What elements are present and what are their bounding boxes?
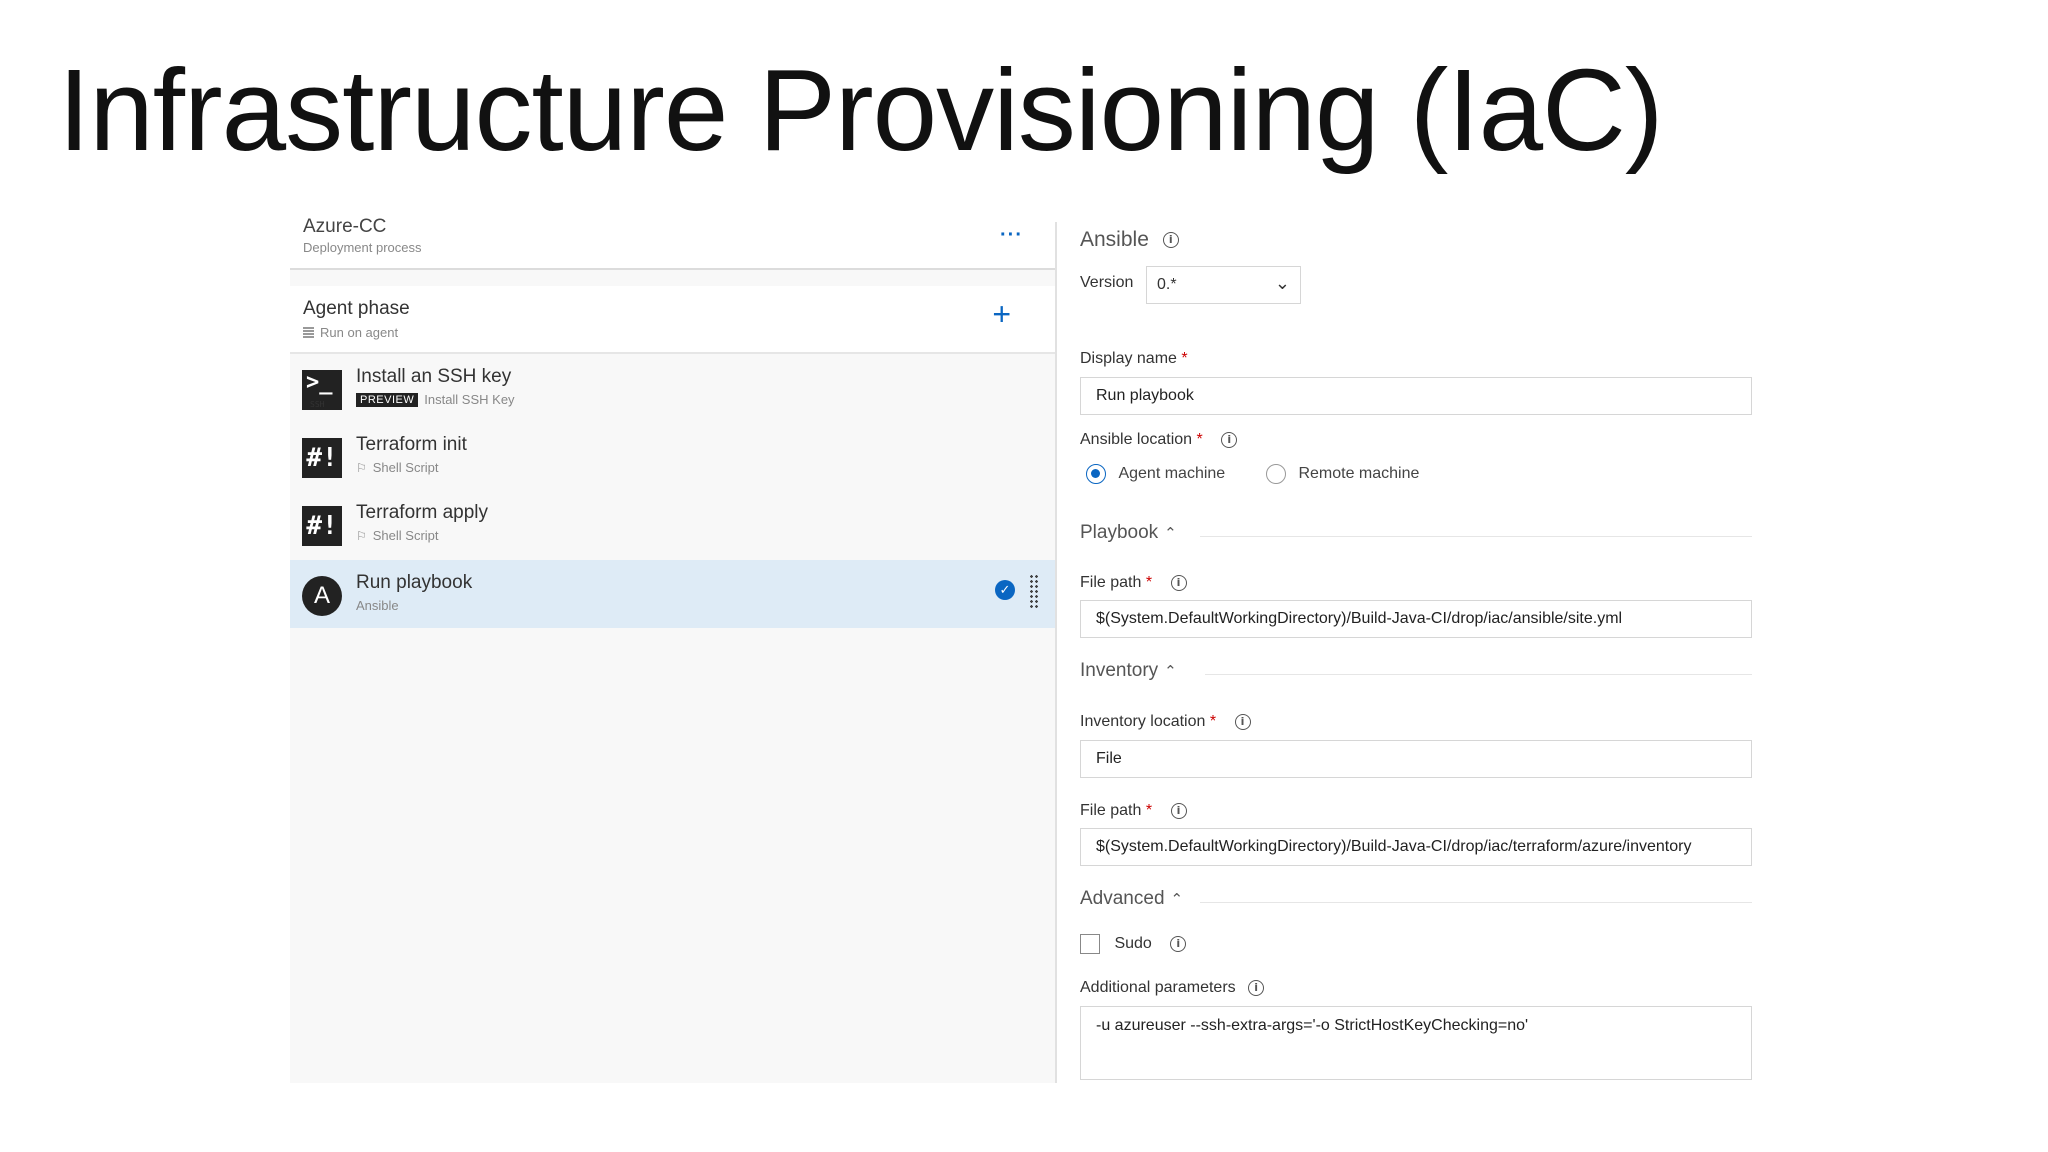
- flag-icon: ⚐: [356, 460, 367, 475]
- version-value: 0.*: [1157, 276, 1177, 293]
- add-task-icon[interactable]: +: [992, 298, 1011, 330]
- task-subtitle: Ansible: [356, 598, 399, 613]
- info-icon[interactable]: i: [1248, 979, 1265, 996]
- shell-script-icon: #!: [302, 438, 342, 478]
- playbook-section-toggle[interactable]: Playbook ⌃: [1080, 522, 1177, 544]
- task-item-terraform-apply[interactable]: #! Terraform apply ⚐ Shell Script: [290, 490, 1055, 558]
- preview-badge: PREVIEW: [356, 392, 419, 407]
- radio-remote-machine[interactable]: Remote machine: [1266, 464, 1419, 484]
- ansible-location-label: Ansible location * i: [1080, 431, 1238, 449]
- info-icon[interactable]: i: [1170, 936, 1187, 952]
- task-title: Run playbook: [356, 572, 473, 593]
- drag-handle-icon[interactable]: [1029, 574, 1039, 610]
- phase-subtitle-text: Run on agent: [320, 325, 399, 340]
- task-subtitle-text: Ansible: [356, 598, 399, 613]
- agent-icon: [303, 327, 314, 338]
- task-subtitle-text: Shell Script: [372, 528, 439, 543]
- advanced-section-toggle[interactable]: Advanced ⌃: [1080, 888, 1183, 910]
- deployment-process-header[interactable]: Azure-CC Deployment process ···: [290, 216, 1055, 270]
- inventory-section-toggle[interactable]: Inventory ⌃: [1080, 660, 1177, 682]
- inventory-location-label: Inventory location * i: [1080, 713, 1251, 731]
- phase-title: Agent phase: [303, 298, 410, 319]
- additional-parameters-label: Additional parameters i: [1080, 979, 1265, 997]
- task-name: Ansible: [1080, 228, 1149, 251]
- info-icon[interactable]: i: [1162, 232, 1179, 249]
- info-icon[interactable]: i: [1221, 431, 1238, 448]
- radio-agent-machine[interactable]: Agent machine: [1086, 464, 1225, 484]
- chevron-down-icon: ⌄: [1274, 273, 1290, 293]
- section-divider: [1205, 674, 1752, 675]
- phase-subtitle: Run on agent: [303, 325, 398, 340]
- radio-button[interactable]: [1266, 464, 1286, 484]
- playbook-file-path-input[interactable]: $(System.DefaultWorkingDirectory)/Build-…: [1080, 600, 1752, 638]
- task-subtitle: ⚐ Shell Script: [356, 460, 439, 475]
- display-name-label: Display name *: [1080, 350, 1188, 367]
- chevron-up-icon: ⌃: [1164, 663, 1177, 680]
- display-name-input[interactable]: Run playbook: [1080, 377, 1752, 415]
- chevron-up-icon: ⌃: [1170, 891, 1184, 908]
- task-item-terraform-init[interactable]: #! Terraform init ⚐ Shell Script: [290, 422, 1055, 490]
- agent-phase-row[interactable]: Agent phase Run on agent +: [290, 286, 1055, 354]
- playbook-file-path-label: File path * i: [1080, 574, 1187, 592]
- version-select[interactable]: 0.* ⌄: [1146, 266, 1301, 304]
- process-subtitle: Deployment process: [303, 240, 422, 255]
- task-subtitle: ⚐ Shell Script: [356, 528, 439, 543]
- task-subtitle-text: Install SSH Key: [424, 392, 515, 407]
- inventory-file-path-label: File path * i: [1080, 802, 1187, 820]
- task-title: Terraform apply: [356, 502, 488, 523]
- shell-script-icon: #!: [302, 506, 342, 546]
- inventory-file-path-input[interactable]: $(System.DefaultWorkingDirectory)/Build-…: [1080, 828, 1752, 866]
- ansible-icon: A: [302, 576, 342, 616]
- additional-parameters-textarea[interactable]: -u azureuser --ssh-extra-args='-o Strict…: [1080, 1006, 1752, 1080]
- task-title: Install an SSH key: [356, 366, 512, 387]
- terminal-ssh-icon: >_ SSH: [302, 370, 342, 410]
- flag-icon: ⚐: [356, 528, 367, 543]
- task-subtitle: PREVIEW Install SSH Key: [356, 392, 515, 407]
- info-icon[interactable]: i: [1234, 713, 1251, 730]
- info-icon[interactable]: i: [1170, 802, 1187, 819]
- pipeline-tasks-panel: Azure-CC Deployment process ··· Agent ph…: [290, 216, 1057, 1083]
- process-title: Azure-CC: [303, 216, 387, 237]
- sudo-option[interactable]: Sudo i: [1080, 934, 1187, 954]
- sudo-checkbox[interactable]: [1080, 934, 1100, 954]
- version-label: Version: [1080, 274, 1134, 291]
- chevron-up-icon: ⌃: [1164, 525, 1177, 542]
- check-circle-icon: ✓: [995, 580, 1015, 600]
- slide-title: Infrastructure Provisioning (IaC): [58, 45, 1663, 175]
- info-icon[interactable]: i: [1170, 574, 1187, 591]
- task-settings-panel: Ansible i Version 0.* ⌄ Display name * R…: [1080, 222, 1760, 1083]
- inventory-location-select[interactable]: File: [1080, 740, 1752, 778]
- task-item-run-playbook[interactable]: A Run playbook Ansible ✓: [290, 560, 1055, 628]
- more-options-icon[interactable]: ···: [1000, 224, 1023, 247]
- task-item-install-ssh-key[interactable]: >_ SSH Install an SSH key PREVIEW Instal…: [290, 354, 1055, 422]
- radio-button-selected[interactable]: [1086, 464, 1106, 484]
- task-heading: Ansible i: [1080, 228, 1179, 252]
- section-divider: [1200, 536, 1752, 537]
- section-divider: [1200, 902, 1752, 903]
- task-subtitle-text: Shell Script: [372, 460, 439, 475]
- task-title: Terraform init: [356, 434, 467, 455]
